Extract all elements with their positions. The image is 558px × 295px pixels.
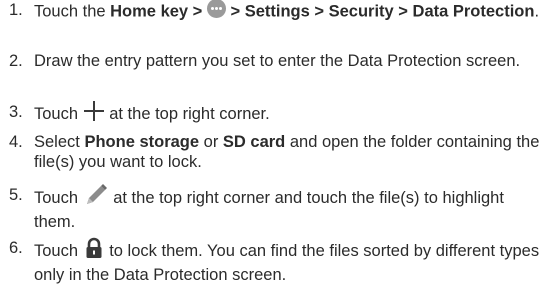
- step-3-text-end: at the top right corner.: [104, 104, 270, 123]
- step-5: 5. Touch at the top right corner and tou…: [0, 184, 545, 232]
- sd-card-label: SD card: [222, 133, 286, 151]
- phone-storage-label: Phone storage: [84, 133, 200, 151]
- step-number: 3.: [9, 103, 23, 121]
- step-1: 1. Touch the Home key > > Settings > Sec…: [0, 0, 545, 24]
- step-6-text-start: Touch: [34, 241, 83, 260]
- apps-grid-icon: [206, 0, 226, 23]
- pencil-icon: [83, 184, 109, 211]
- step-3: 3. Touch at the top right corner.: [0, 101, 545, 127]
- step-4-or: or: [199, 133, 223, 151]
- step-text: Touch to lock them. You can find the fil…: [32, 237, 545, 285]
- step-6: 6. Touch to lock them. You can find the …: [0, 237, 545, 285]
- step-1-key-arrow: key >: [155, 2, 207, 21]
- step-number: 4.: [9, 133, 23, 151]
- lock-icon: [83, 237, 105, 264]
- step-3-text-start: Touch: [34, 104, 83, 123]
- plus-icon: [83, 101, 105, 126]
- step-2: 2. Draw the entry pattern you set to ent…: [0, 51, 545, 71]
- settings-path: > Settings > Security > Data Protection: [225, 2, 535, 21]
- step-text: Touch at the top right corner and touch …: [32, 184, 545, 232]
- step-text: Select Phone storage or SD card and open…: [32, 132, 545, 172]
- step-number: 1.: [9, 1, 23, 19]
- step-text: Draw the entry pattern you set to enter …: [34, 52, 521, 70]
- step-number: 5.: [9, 186, 23, 204]
- step-1-text-start: Touch the: [34, 2, 111, 21]
- step-text: Touch the Home key > > Settings > Securi…: [32, 0, 545, 24]
- instruction-steps: 1. Touch the Home key > > Settings > Sec…: [0, 0, 558, 295]
- step-1-end: .: [534, 2, 540, 21]
- step-5-text-start: Touch: [34, 188, 83, 207]
- step-4: 4. Select Phone storage or SD card and o…: [0, 132, 545, 172]
- step-4-text-start: Select: [34, 133, 85, 151]
- step-number: 6.: [9, 239, 23, 257]
- step-number: 2.: [9, 52, 23, 70]
- step-text: Touch at the top right corner.: [32, 101, 545, 127]
- step-6-text-end: to lock them. You can find the files sor…: [34, 241, 540, 284]
- home-key-label: Home: [110, 2, 156, 21]
